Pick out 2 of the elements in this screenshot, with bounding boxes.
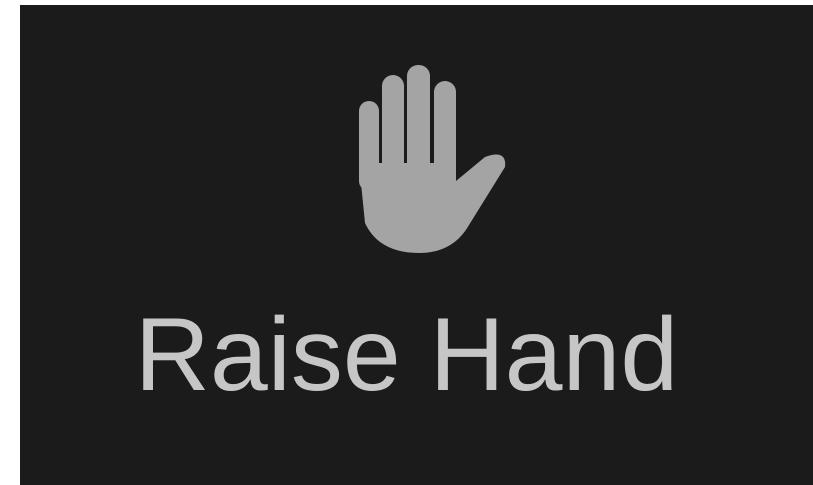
raise-hand-button[interactable]: Raise Hand <box>20 5 813 485</box>
hand-icon <box>356 63 506 255</box>
